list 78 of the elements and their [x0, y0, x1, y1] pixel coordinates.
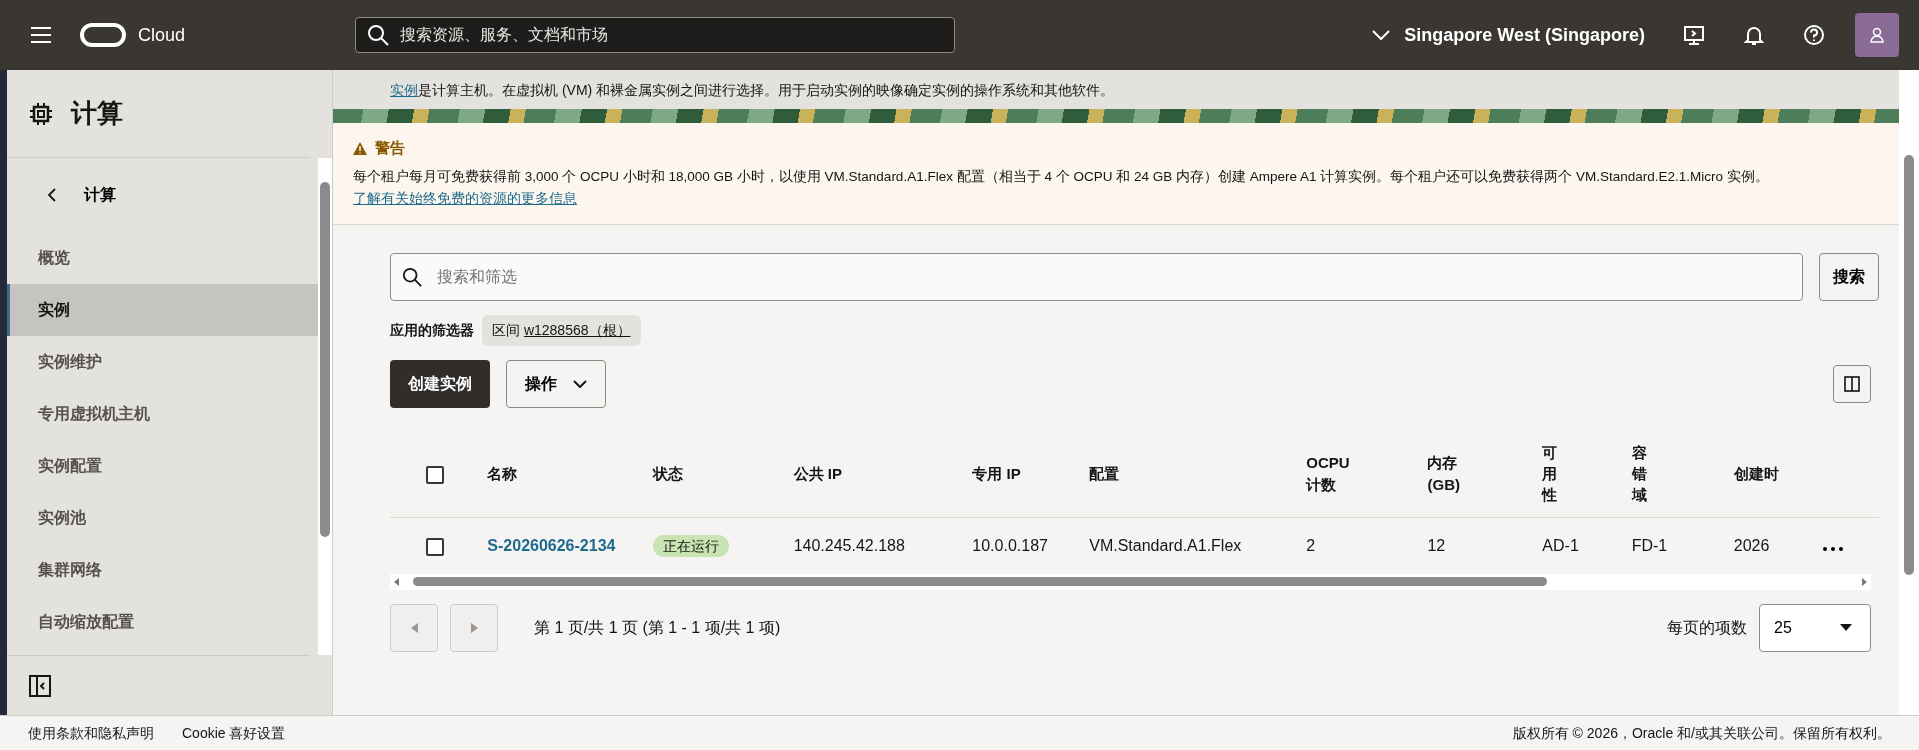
- warning-title: 警告: [375, 138, 405, 158]
- table-cell: 2: [1306, 536, 1316, 554]
- copyright-text: 版权所有 © 2026，Oracle 和/或其关联公司。保留所有权利。: [1512, 723, 1891, 743]
- create-instance-button[interactable]: 创建实例: [390, 359, 490, 408]
- footer-link[interactable]: 使用条款和隐私声明: [28, 722, 154, 744]
- menu-icon[interactable]: [30, 26, 52, 44]
- instance-name-link[interactable]: S-20260626-2134: [487, 536, 616, 554]
- region-selector[interactable]: Singapore West (Singapore): [1372, 21, 1645, 49]
- column-header: 配置: [1089, 465, 1120, 482]
- learn-more-link[interactable]: 了解有关始终免费的资源的更多信息: [353, 190, 577, 206]
- table-cell: FD-1: [1631, 536, 1668, 554]
- chevron-left-icon: [47, 188, 56, 202]
- sidebar-item[interactable]: 实例池: [7, 492, 318, 544]
- row-checkbox[interactable]: [425, 537, 444, 556]
- chevron-icon: [573, 379, 587, 388]
- items-per-page-label: 每页的项数: [1667, 617, 1747, 638]
- chip-icon: [29, 101, 53, 126]
- column-header: 专用 IP: [972, 464, 1022, 484]
- items-per-page-select[interactable]: 25: [1759, 603, 1871, 652]
- table-cell: 140.245.42.188: [793, 536, 905, 554]
- collapse-panel-icon[interactable]: [29, 674, 51, 697]
- help-icon[interactable]: [1803, 24, 1825, 46]
- sidebar-item[interactable]: 专用虚拟机主机: [7, 388, 318, 440]
- chevron-icon: [1372, 30, 1391, 40]
- column-header: 容错域: [1631, 443, 1647, 505]
- monitor-icon[interactable]: [1683, 24, 1705, 46]
- horizontal-scrollbar[interactable]: [390, 573, 1871, 590]
- caret-right-icon: [470, 622, 478, 633]
- search-icon: [367, 24, 390, 46]
- search-button[interactable]: 搜索: [1819, 252, 1879, 301]
- notification-icon[interactable]: [1743, 24, 1765, 46]
- warning-icon: [353, 141, 367, 155]
- status-label: 正在运行: [653, 534, 730, 557]
- column-header: 公共 IP: [793, 464, 843, 484]
- column-header: 创建时: [1733, 465, 1779, 482]
- filter-value-link[interactable]: w1288568（根）: [523, 321, 631, 338]
- intro-text: 实例是计算主机。在虚拟机 (VM) 和裸金属实例之间进行选择。用于启动实例的映像确定实例的操作系统和其他软件。: [390, 82, 1115, 98]
- table-cell: 12: [1427, 536, 1446, 554]
- table-cell: 10.0.0.187: [972, 536, 1048, 554]
- sidebar-item[interactable]: 实例维护: [7, 336, 318, 388]
- table-cell: AD-1: [1542, 536, 1579, 554]
- footer-link[interactable]: Cookie 喜好设置: [182, 722, 286, 744]
- person-icon: [1868, 26, 1886, 44]
- sidebar-item[interactable]: 集群网络: [7, 544, 318, 596]
- column-header: 状态: [653, 465, 684, 482]
- actions-dropdown[interactable]: 操作: [506, 359, 606, 408]
- table-cell: VM.Standard.A1.Flex: [1089, 536, 1242, 554]
- column-header: 可用性: [1542, 443, 1558, 505]
- back-link[interactable]: 计算: [7, 158, 318, 232]
- scrollbar[interactable]: [318, 158, 332, 655]
- logo-icon: [80, 23, 126, 47]
- intro-link[interactable]: 实例: [390, 82, 418, 98]
- pagination-summary: 第 1 页/共 1 页 (第 1 - 1 项/共 1 项): [534, 617, 781, 638]
- scroll-left-icon[interactable]: [394, 577, 399, 586]
- sidebar-item[interactable]: 实例配置: [7, 440, 318, 492]
- filter-label: 区间: [492, 321, 520, 338]
- brand-name: Cloud: [138, 23, 186, 47]
- sidebar-item[interactable]: 概览: [7, 232, 318, 284]
- select-all-checkbox[interactable]: [425, 466, 444, 485]
- column-header: OCPU 计数: [1306, 452, 1351, 496]
- applied-filters-label: 应用的筛选器: [390, 320, 474, 340]
- table-cell: 2026: [1733, 536, 1770, 554]
- search-field[interactable]: 搜索资源、服务、文档和市场: [355, 17, 956, 53]
- search-icon: [402, 266, 422, 287]
- sidebar-item[interactable]: 自动缩放配置: [7, 596, 318, 648]
- sidebar-title: 计算: [71, 97, 123, 130]
- warning-text: 每个租户每月可免费获得前 3,000 个 OCPU 小时和 18,000 GB 小时，以使用 VM.Standard.A1.Flex 配置（相当于 4 个 OCPU 和 24 GB 内存）创建 Ampere A1 计算实例。每个租户还可以免费获得两个 VM.Standard.E2.1.Micro 实例。 了解有关始终免费的资源的更多信息: [353, 167, 1770, 208]
- more-icon[interactable]: [1823, 546, 1844, 551]
- caret-icon: [1840, 624, 1852, 631]
- caret-left-icon: [410, 622, 418, 633]
- columns-icon[interactable]: [1833, 364, 1871, 403]
- scrollbar[interactable]: [1899, 70, 1919, 715]
- column-header: 名称: [487, 465, 518, 482]
- sidebar-item[interactable]: 实例: [7, 284, 318, 336]
- scroll-right-icon[interactable]: [1862, 577, 1867, 586]
- filter-search-field[interactable]: 搜索和筛选: [390, 252, 1803, 301]
- avatar-button[interactable]: [1855, 13, 1899, 57]
- column-header: 内存 (GB): [1427, 452, 1461, 496]
